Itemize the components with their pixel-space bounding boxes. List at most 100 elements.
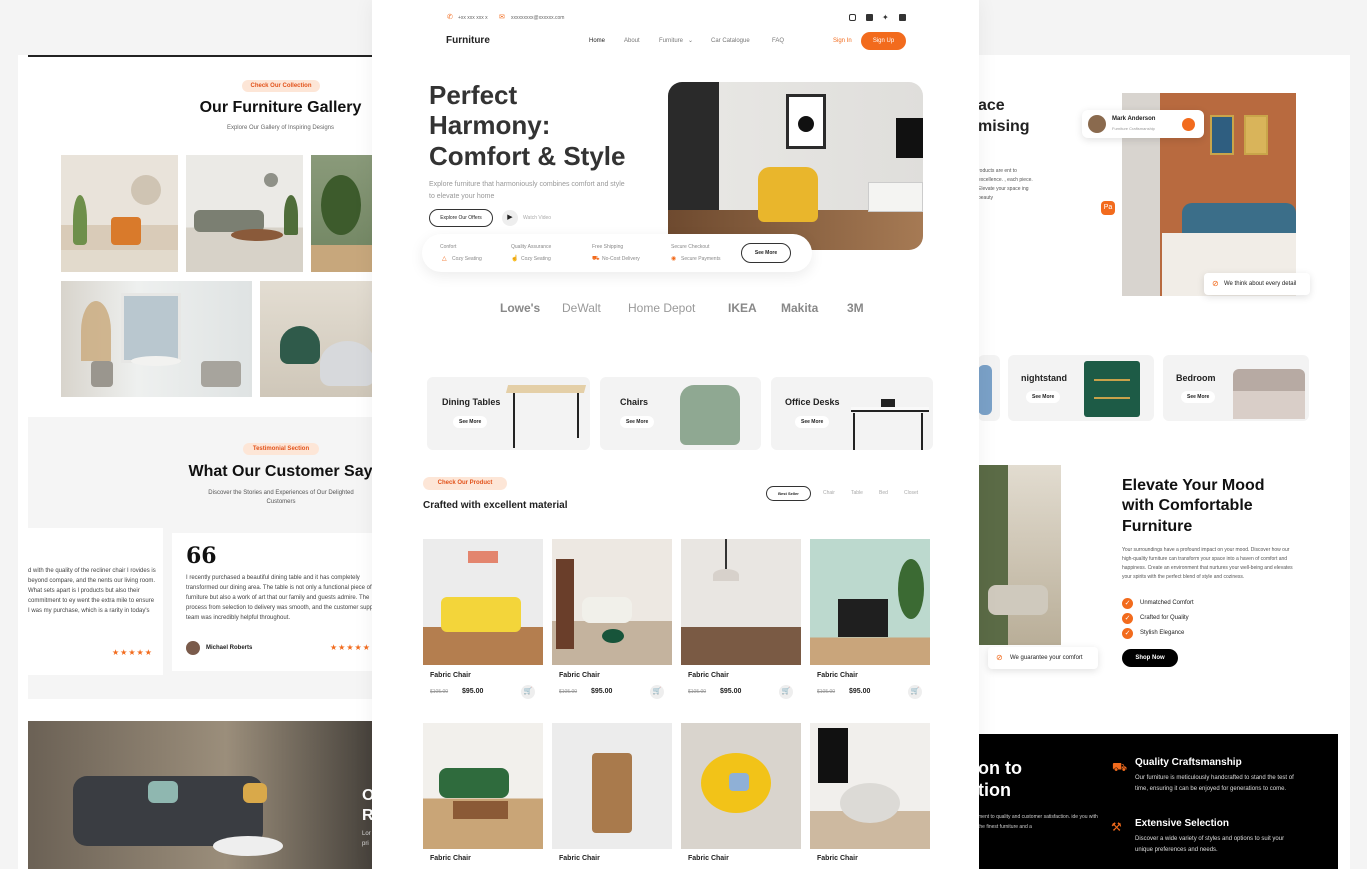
check-label: Unmatched Comfort	[1140, 600, 1194, 606]
product-card[interactable]: Fabric Chair $105.00 $95.00 🛒	[552, 539, 672, 704]
filter-best-seller[interactable]: Best Seller	[766, 486, 811, 501]
center-page: ✆ +xx xxx xxx x ✉ xxxxxxxxx@xxxxxx.com ✦…	[372, 0, 979, 869]
filter-table[interactable]: Table	[851, 490, 863, 496]
see-more-button[interactable]: See More	[1026, 391, 1061, 403]
nightstand-image	[1084, 361, 1140, 417]
product-card[interactable]: Fabric Chair	[681, 723, 801, 869]
product-name: Fabric Chair	[430, 672, 471, 679]
product-card[interactable]: Fabric Chair $105.00 $95.00 🛒	[423, 539, 543, 704]
watch-video-link[interactable]: Watch Video	[523, 215, 551, 221]
product-image	[423, 723, 543, 849]
mood-title-1: Elevate Your Mood	[1122, 477, 1265, 494]
chair-image	[680, 385, 740, 445]
gallery-title: Our Furniture Gallery	[199, 99, 362, 116]
gallery-image-livingroom[interactable]	[61, 155, 178, 272]
mail-icon: ✉	[499, 14, 505, 21]
category-card-nightstand[interactable]: nightstand See More	[1008, 355, 1154, 421]
brand-dewalt: DeWalt	[562, 301, 601, 315]
nav-home[interactable]: Home	[589, 38, 605, 44]
check-icon: ✓	[1122, 613, 1133, 624]
instagram-icon[interactable]	[849, 14, 856, 21]
avatar	[186, 641, 200, 655]
hero-title-1: Perfect	[429, 80, 518, 110]
nav-faq[interactable]: FAQ	[772, 38, 784, 44]
hero-description: Explore furniture that harmoniously comb…	[429, 181, 625, 200]
cart-icon[interactable]: 🛒	[650, 685, 664, 699]
gallery-image-dining[interactable]	[61, 281, 252, 397]
filter-closet[interactable]: Closet	[904, 490, 918, 496]
product-old-price: $105.00	[817, 689, 836, 695]
category-card-dining[interactable]: Dining Tables See More	[427, 377, 590, 450]
cart-icon[interactable]: 🛒	[779, 685, 793, 699]
product-name: Fabric Chair	[559, 855, 600, 862]
gallery-pill: Check Our Collection	[242, 80, 320, 92]
product-card[interactable]: Fabric Chair $105.00 $95.00 🛒	[810, 539, 930, 704]
gallery-image-sofa[interactable]	[186, 155, 303, 272]
right-title-2: mising	[978, 118, 1030, 135]
product-card[interactable]: Fabric Chair	[810, 723, 930, 869]
sofa-icon: △	[442, 256, 447, 262]
check-label: Crafted for Quality	[1140, 615, 1189, 621]
cart-icon[interactable]: 🛒	[521, 685, 535, 699]
shop-now-button[interactable]: Shop Now	[1122, 649, 1178, 667]
filter-chair[interactable]: Chair	[823, 490, 835, 496]
bed-image	[1233, 369, 1305, 419]
category-name: Office Desks	[785, 397, 840, 407]
user-name: Mark Anderson	[1112, 116, 1156, 122]
check-circle-icon: ⊘	[1212, 279, 1219, 288]
see-more-button[interactable]: See More	[795, 416, 830, 428]
category-card-office-desks[interactable]: Office Desks See More	[771, 377, 933, 450]
linkedin-icon[interactable]	[899, 14, 906, 21]
facebook-icon[interactable]	[866, 14, 873, 21]
product-old-price: $105.00	[430, 689, 449, 695]
testimonial-title: What Our Customer Say	[188, 463, 373, 480]
category-card-bedroom[interactable]: Bedroom See More	[1163, 355, 1309, 421]
product-name: Fabric Chair	[688, 855, 729, 862]
product-image	[681, 539, 801, 665]
product-image	[552, 723, 672, 849]
thumb-icon: ☝	[511, 256, 519, 262]
explore-offers-button[interactable]: Explore Our Offers	[429, 209, 493, 227]
product-image	[810, 539, 930, 665]
play-icon[interactable]: ▶	[502, 210, 518, 226]
nav-car-catalogue[interactable]: Car Catalogue	[711, 38, 750, 44]
check-circle-icon: ⊘	[996, 653, 1003, 662]
badge-icon: Pa	[1101, 201, 1115, 215]
cart-icon[interactable]: 🛒	[908, 685, 922, 699]
chat-icon[interactable]	[1182, 118, 1195, 131]
brand-logo[interactable]: Furniture	[446, 35, 490, 46]
feature-sub: Secure Payments	[681, 256, 721, 262]
twitter-icon[interactable]: ✦	[882, 13, 889, 22]
sign-in-link[interactable]: Sign In	[833, 38, 852, 44]
mood-description: Your surroundings have a profound impact…	[1122, 547, 1293, 580]
dark-title-2: tion	[978, 780, 1011, 800]
user-role: Furniture Craftsmanship	[1112, 126, 1155, 131]
category-card-partial[interactable]	[978, 355, 1000, 421]
nav-furniture[interactable]: Furniture	[659, 38, 683, 44]
filter-bed[interactable]: Bed	[879, 490, 888, 496]
product-image	[681, 723, 801, 849]
gallery-image-chairs[interactable]	[260, 281, 388, 397]
detail-badge: ⊘ We think about every detail	[1204, 273, 1310, 295]
product-card[interactable]: Fabric Chair $105.00 $95.00 🛒	[681, 539, 801, 704]
user-avatar	[1088, 115, 1106, 133]
see-more-button[interactable]: See More	[453, 416, 488, 428]
dark-section: on to tion ment to quality and customer …	[978, 734, 1338, 869]
feature-2-desc: Discover a wide variety of styles and op…	[1135, 836, 1285, 853]
see-more-button[interactable]: See More	[741, 243, 791, 263]
sign-up-button[interactable]: Sign Up	[861, 32, 906, 50]
right-title-1: ace	[978, 97, 1005, 114]
see-more-button[interactable]: See More	[620, 416, 655, 428]
product-card[interactable]: Fabric Chair	[552, 723, 672, 869]
mood-photo	[978, 465, 1061, 645]
see-more-button[interactable]: See More	[1181, 391, 1216, 403]
check-icon: ✓	[1122, 598, 1133, 609]
table-image	[505, 385, 587, 393]
product-card[interactable]: Fabric Chair	[423, 723, 543, 869]
category-card-chairs[interactable]: Chairs See More	[600, 377, 761, 450]
phone-text: +xx xxx xxx x	[458, 15, 488, 21]
product-name: Fabric Chair	[817, 855, 858, 862]
shield-icon: ◉	[671, 256, 677, 262]
quote-icon: 66	[186, 543, 217, 569]
nav-about[interactable]: About	[624, 38, 640, 44]
